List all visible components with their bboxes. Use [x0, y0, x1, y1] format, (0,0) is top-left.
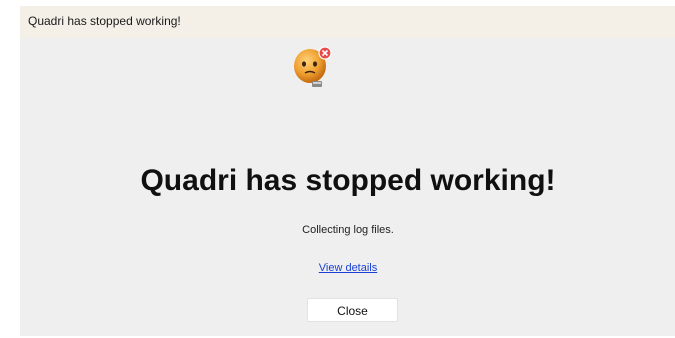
crash-dialog-window: Quadri has stopped working! Quadri has s…	[20, 6, 675, 336]
error-headline: Quadri has stopped working!	[140, 164, 556, 197]
status-message: Collecting log files.	[302, 224, 394, 236]
window-title: Quadri has stopped working!	[28, 14, 181, 28]
title-bar: Quadri has stopped working!	[20, 6, 675, 38]
view-details-link[interactable]: View details	[319, 262, 378, 274]
view-details-container: View details	[20, 262, 675, 274]
sad-face-error-icon	[290, 44, 336, 92]
close-button[interactable]: Close	[307, 298, 398, 322]
